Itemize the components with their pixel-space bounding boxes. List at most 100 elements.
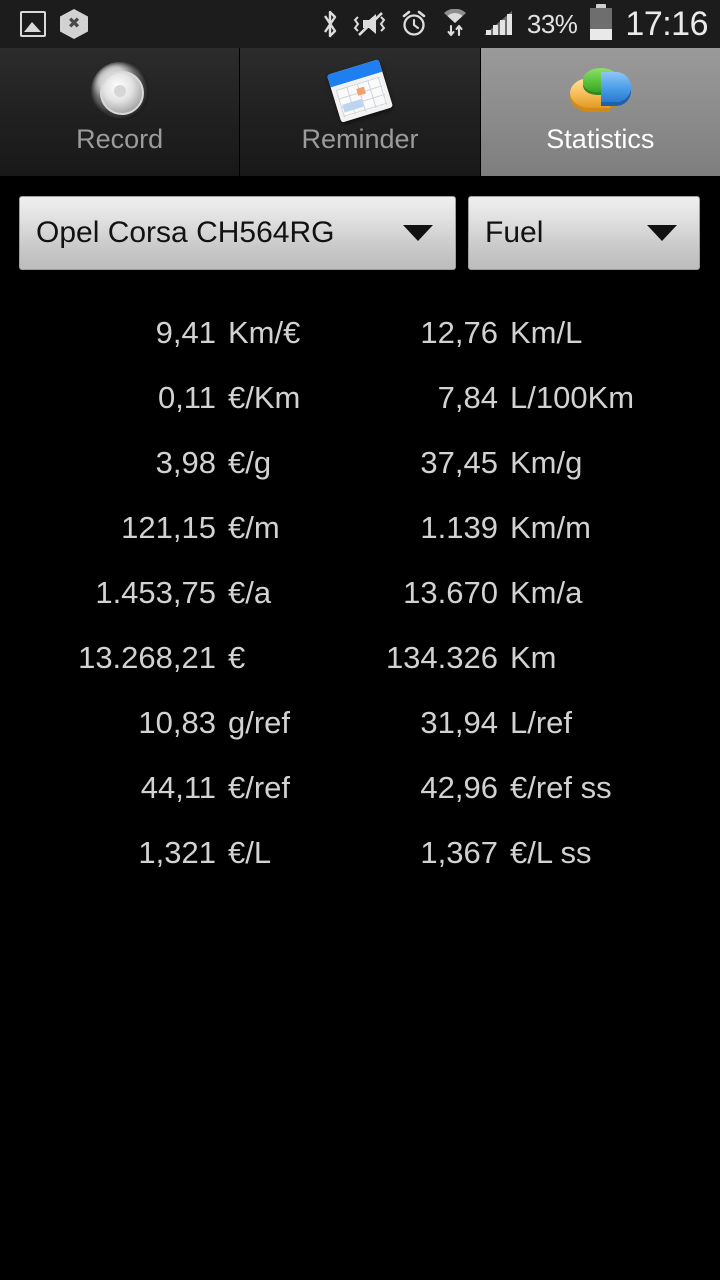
stat-right-unit-cell: €/ref ss xyxy=(510,755,720,820)
stat-left-value-cell: 3,98 xyxy=(0,430,216,495)
stat-left-value: 13.268,21 xyxy=(78,639,216,675)
stat-right-value-cell: 134.326 xyxy=(320,625,498,690)
status-bar-notifications xyxy=(0,9,88,39)
stat-left-value: 44,11 xyxy=(140,769,216,805)
stat-right-value: 1.139 xyxy=(420,509,498,545)
type-spinner[interactable]: Fuel xyxy=(468,196,700,270)
stat-left-unit: g/ref xyxy=(228,704,291,740)
stat-right-value-cell: 1,367 xyxy=(320,820,498,885)
stat-left-unit: Km/€ xyxy=(228,314,301,350)
status-bar: 33% 17:16 xyxy=(0,0,720,48)
stat-right-unit-cell: Km/L xyxy=(510,300,720,365)
stat-left-value: 10,83 xyxy=(138,704,216,740)
tab-record-label: Record xyxy=(76,124,164,154)
stat-left-value: 1,321 xyxy=(138,834,216,870)
chevron-down-icon xyxy=(403,225,433,241)
stat-right-value: 42,96 xyxy=(420,769,498,805)
stat-right-unit-cell: Km/a xyxy=(510,560,720,625)
battery-icon xyxy=(590,4,613,40)
stat-row: 9,41 Km/€ 12,76 Km/L xyxy=(0,300,720,365)
stat-right-unit-cell: Km/m xyxy=(510,495,720,560)
app-screen: 33% 17:16 Record Reminder xyxy=(0,0,720,1280)
stat-right-value-cell: 42,96 xyxy=(320,755,498,820)
tab-reminder-label: Reminder xyxy=(301,124,419,154)
stat-left-value-cell: 9,41 xyxy=(0,300,216,365)
stat-right-unit-cell: L/ref xyxy=(510,690,720,755)
tab-statistics-label: Statistics xyxy=(546,124,655,154)
stat-left-value: 3,98 xyxy=(155,444,216,480)
status-bar-clock: 17:16 xyxy=(625,5,708,43)
stat-left-value-cell: 1,321 xyxy=(0,820,216,885)
bluetooth-icon xyxy=(323,10,337,38)
stat-right-value: 37,45 xyxy=(420,444,498,480)
tab-reminder[interactable]: Reminder xyxy=(240,48,481,176)
wheel-icon xyxy=(83,60,157,122)
stat-left-unit: €/g xyxy=(228,444,272,480)
vehicle-spinner[interactable]: Opel Corsa CH564RG xyxy=(19,196,456,270)
stat-left-value-cell: 1.453,75 xyxy=(0,560,216,625)
stat-right-value-cell: 13.670 xyxy=(320,560,498,625)
stat-left-value-cell: 121,15 xyxy=(0,495,216,560)
stat-right-value-cell: 7,84 xyxy=(320,365,498,430)
stat-right-unit: Km/g xyxy=(510,444,583,480)
stat-left-unit: €/L xyxy=(228,834,272,870)
stat-right-value: 134.326 xyxy=(385,639,498,675)
stat-left-unit: € xyxy=(228,639,246,675)
stat-left-unit: €/m xyxy=(228,509,280,545)
stat-right-unit: L/ref xyxy=(510,704,573,740)
stat-left-value-cell: 13.268,21 xyxy=(0,625,216,690)
status-bar-system: 33% 17:16 xyxy=(320,4,720,43)
hexagon-app-icon xyxy=(60,9,88,39)
vibrate-mute-icon xyxy=(353,12,386,36)
stat-left-value-cell: 0,11 xyxy=(0,365,216,430)
stat-right-unit: L/100Km xyxy=(510,379,635,415)
stat-row: 0,11 €/Km 7,84 L/100Km xyxy=(0,365,720,430)
stat-left-value-cell: 10,83 xyxy=(0,690,216,755)
stat-right-unit: Km/a xyxy=(510,574,583,610)
stat-right-unit: Km/L xyxy=(510,314,583,350)
screenshot-image-icon xyxy=(20,11,46,37)
pie-chart-icon xyxy=(563,60,637,122)
wifi-data-icon xyxy=(443,9,466,37)
stat-row: 44,11 €/ref 42,96 €/ref ss xyxy=(0,755,720,820)
type-spinner-value: Fuel xyxy=(485,216,544,249)
statistics-grid: 9,41 Km/€ 12,76 Km/L 0,11 €/Km 7,84 L/100Km 3,98… xyxy=(0,300,720,885)
stat-row: 10,83 g/ref 31,94 L/ref xyxy=(0,690,720,755)
stat-right-unit: €/ref ss xyxy=(510,769,612,805)
stat-right-unit: Km xyxy=(510,639,557,675)
stat-right-value: 31,94 xyxy=(420,704,498,740)
stat-row: 121,15 €/m 1.139 Km/m xyxy=(0,495,720,560)
stat-row: 1,321 €/L 1,367 €/L ss xyxy=(0,820,720,885)
alarm-clock-icon xyxy=(402,10,426,36)
stat-left-value: 0,11 xyxy=(157,379,216,415)
stat-row: 3,98 €/g 37,45 Km/g xyxy=(0,430,720,495)
calendar-icon xyxy=(323,59,397,123)
stat-right-value: 1,367 xyxy=(420,834,498,870)
stat-right-unit-cell: Km xyxy=(510,625,720,690)
vehicle-spinner-value: Opel Corsa CH564RG xyxy=(36,216,335,249)
stat-right-unit-cell: Km/g xyxy=(510,430,720,495)
filter-bar: Opel Corsa CH564RG Fuel xyxy=(0,190,720,276)
stat-right-value: 12,76 xyxy=(420,314,498,350)
stat-right-unit: €/L ss xyxy=(510,834,592,870)
tab-statistics[interactable]: Statistics xyxy=(480,48,720,176)
stat-left-value: 121,15 xyxy=(121,509,216,545)
tab-bar: Record Reminder Statistics xyxy=(0,48,720,176)
stat-right-value-cell: 31,94 xyxy=(320,690,498,755)
stat-left-unit: €/a xyxy=(228,574,272,610)
signal-bars-icon xyxy=(483,11,512,35)
stat-left-value-cell: 44,11 xyxy=(0,755,216,820)
stat-left-value: 9,41 xyxy=(155,314,216,350)
stat-right-value: 7,84 xyxy=(437,379,498,415)
stat-right-value-cell: 1.139 xyxy=(320,495,498,560)
stat-row: 13.268,21 €134.326 Km xyxy=(0,625,720,690)
battery-percent-label: 33% xyxy=(526,8,578,39)
stat-right-unit-cell: L/100Km xyxy=(510,365,720,430)
stat-right-value: 13.670 xyxy=(403,574,498,610)
tab-record[interactable]: Record xyxy=(0,48,241,176)
stat-left-unit: €/Km xyxy=(228,379,301,415)
stat-right-value-cell: 37,45 xyxy=(320,430,498,495)
stat-left-value: 1.453,75 xyxy=(95,574,216,610)
stat-right-unit-cell: €/L ss xyxy=(510,820,720,885)
stat-row: 1.453,75 €/a 13.670 Km/a xyxy=(0,560,720,625)
